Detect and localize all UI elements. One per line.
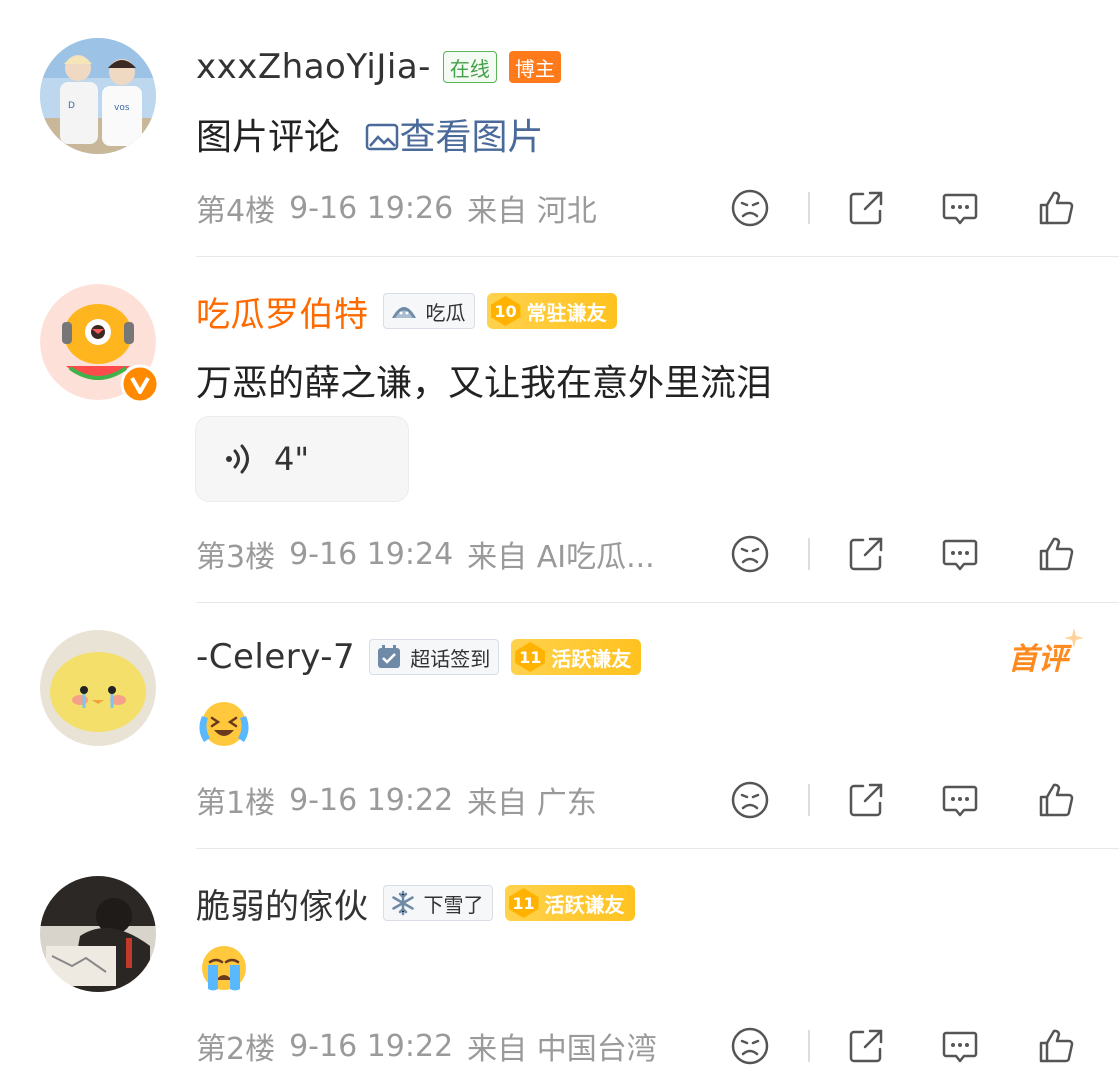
fan-level: 11	[508, 888, 539, 918]
fan-level: 11	[515, 642, 546, 672]
reply-icon[interactable]	[940, 188, 980, 228]
location: 来自 AI吃瓜...	[467, 540, 655, 575]
loudly-crying-emoji	[202, 946, 246, 991]
username[interactable]: 吃瓜罗伯特	[196, 287, 369, 336]
dislike-icon[interactable]	[730, 1026, 770, 1066]
share-icon[interactable]	[846, 1026, 886, 1066]
comment-actions	[720, 770, 1080, 830]
dislike-icon[interactable]	[730, 188, 770, 228]
location: 来自 河北	[467, 194, 597, 229]
reply-icon[interactable]	[940, 780, 980, 820]
comment-meta: 第1楼 9-16 19:22 来自 广东	[196, 770, 611, 830]
floor-number: 第2楼	[196, 1032, 276, 1067]
sparkle-icon	[1064, 628, 1084, 648]
comment-meta: 第3楼 9-16 19:24 来自 AI吃瓜...	[196, 524, 669, 584]
comment-text-content: 图片评论	[196, 117, 341, 158]
comment-meta: 第2楼 9-16 19:22 来自 中国台湾	[196, 1016, 671, 1076]
audio-wave-icon	[226, 444, 249, 474]
name-row: -Celery-7 超话签到 11 活跃谦友	[196, 632, 642, 682]
svg-text:D: D	[68, 101, 75, 111]
divider	[808, 192, 810, 224]
host-badge: 博主	[508, 51, 561, 83]
divider	[808, 538, 810, 570]
comment-divider	[196, 848, 1119, 849]
comment-divider	[196, 602, 1119, 603]
first-comment-badge: 首评	[1008, 628, 1084, 678]
share-icon[interactable]	[846, 780, 886, 820]
fan-title-label: 吃瓜	[425, 300, 466, 325]
voice-duration: 4"	[274, 440, 310, 478]
image-icon	[366, 123, 399, 151]
fan-title-badge[interactable]: 吃瓜	[382, 293, 475, 329]
divider	[808, 784, 810, 816]
fan-level-label: 活跃谦友	[544, 892, 625, 917]
location: 来自 广东	[467, 786, 597, 821]
timestamp: 9-16 19:26	[289, 190, 454, 226]
like-icon[interactable]	[1036, 780, 1076, 820]
floor-number: 第1楼	[196, 786, 276, 821]
fan-title-badge[interactable]: 下雪了	[382, 885, 493, 921]
fan-level-badge[interactable]: 11 活跃谦友	[511, 639, 642, 675]
comment-actions	[720, 1016, 1080, 1076]
checkin-badge[interactable]: 超话签到	[369, 639, 500, 675]
checkin-icon	[376, 644, 402, 670]
avatar[interactable]	[40, 284, 160, 404]
comment-text: 图片评论 查看图片	[196, 108, 543, 160]
comment-actions	[720, 524, 1080, 584]
comment-text: 万恶的薛之谦，又让我在意外里流泪	[196, 363, 773, 404]
checkin-label: 超话签到	[410, 646, 491, 671]
like-icon[interactable]	[1036, 1026, 1076, 1066]
online-badge: 在线	[442, 51, 497, 83]
fan-title-label: 下雪了	[423, 892, 484, 917]
username[interactable]: 脆弱的傢伙	[196, 879, 369, 928]
username[interactable]: -Celery-7	[196, 637, 355, 677]
view-image-link[interactable]: 查看图片	[365, 117, 543, 158]
share-icon[interactable]	[846, 534, 886, 574]
name-row: 吃瓜罗伯特 吃瓜 10 常驻谦友	[196, 286, 617, 336]
name-row: 脆弱的傢伙 下雪了 11 活跃谦友	[196, 878, 635, 928]
laughing-crying-emoji	[199, 702, 249, 746]
share-icon[interactable]	[846, 188, 886, 228]
reply-icon[interactable]	[940, 1026, 980, 1066]
divider	[808, 1030, 810, 1062]
reply-icon[interactable]	[940, 534, 980, 574]
avatar[interactable]: vos D	[40, 38, 156, 154]
avatar[interactable]	[40, 630, 156, 746]
name-row: xxxZhaoYiJia- 在线 博主	[196, 42, 561, 92]
fan-level-badge[interactable]: 11 活跃谦友	[504, 885, 635, 921]
verified-icon	[120, 364, 160, 404]
comment-divider	[196, 256, 1119, 257]
comment-actions	[720, 178, 1080, 238]
watermelon-icon	[390, 300, 418, 322]
svg-text:vos: vos	[114, 103, 130, 113]
snowflake-icon	[390, 890, 416, 916]
username[interactable]: xxxZhaoYiJia-	[196, 47, 431, 87]
timestamp: 9-16 19:24	[289, 536, 454, 572]
view-image-label: 查看图片	[399, 117, 544, 158]
fan-level-label: 常驻谦友	[526, 300, 607, 325]
avatar[interactable]	[40, 876, 156, 992]
like-icon[interactable]	[1036, 188, 1076, 228]
floor-number: 第4楼	[196, 194, 276, 229]
location: 来自 中国台湾	[467, 1032, 657, 1067]
fan-level-badge[interactable]: 10 常驻谦友	[486, 293, 617, 329]
fan-level: 10	[490, 296, 521, 326]
floor-number: 第3楼	[196, 540, 276, 575]
fan-level-label: 活跃谦友	[551, 646, 632, 671]
dislike-icon[interactable]	[730, 534, 770, 574]
like-icon[interactable]	[1036, 534, 1076, 574]
comment-meta: 第4楼 9-16 19:26 来自 河北	[196, 178, 611, 238]
dislike-icon[interactable]	[730, 780, 770, 820]
voice-message[interactable]: 4"	[195, 416, 409, 502]
timestamp: 9-16 19:22	[289, 1028, 454, 1064]
timestamp: 9-16 19:22	[289, 782, 454, 818]
